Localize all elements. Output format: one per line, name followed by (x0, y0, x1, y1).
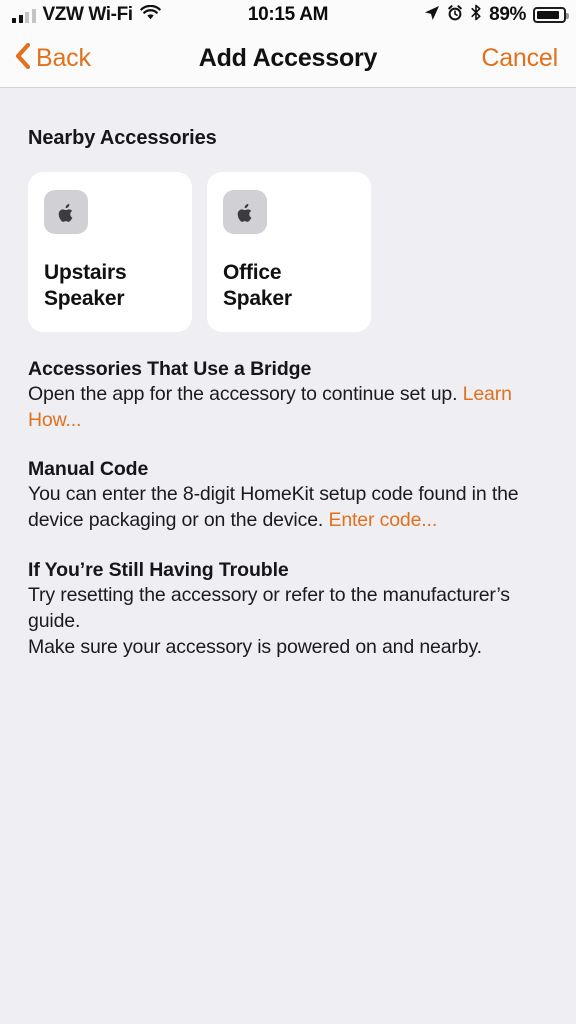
phone-screen: VZW Wi-Fi 10:15 AM 89% Back Add Accessor… (0, 0, 576, 1024)
help-sections: Accessories That Use a Bridge Open the a… (28, 358, 548, 661)
help-section-manual-code: Manual Code You can enter the 8-digit Ho… (28, 458, 548, 533)
help-section-body-line-1: Try resetting the accessory or refer to … (28, 583, 510, 632)
help-section-body: You can enter the 8-digit HomeKit setup … (28, 482, 548, 533)
accessory-card-list: Upstairs Speaker Office Spaker (28, 172, 548, 332)
accessory-name: Office Spaker (223, 261, 292, 310)
status-bar: VZW Wi-Fi 10:15 AM 89% (0, 0, 576, 30)
cancel-button[interactable]: Cancel (481, 44, 558, 73)
help-section-heading: Accessories That Use a Bridge (28, 358, 312, 380)
apple-logo-icon (44, 190, 88, 234)
bluetooth-icon (470, 4, 482, 26)
status-bar-right: 89% (424, 4, 569, 26)
battery-icon (533, 7, 569, 23)
accessory-name: Upstairs Speaker (44, 261, 127, 310)
navigation-bar: Back Add Accessory Cancel (0, 30, 576, 88)
help-section-bridge: Accessories That Use a Bridge Open the a… (28, 358, 548, 433)
help-section-heading: If You’re Still Having Trouble (28, 558, 289, 581)
help-section-heading: Manual Code (28, 458, 149, 481)
apple-logo-icon (223, 190, 267, 234)
battery-percent-label: 89% (489, 4, 526, 25)
help-section-body-text: Open the app for the accessory to contin… (28, 383, 458, 405)
nearby-accessories-header: Nearby Accessories (28, 127, 217, 149)
accessory-card-office-spaker[interactable]: Office Spaker (207, 172, 371, 332)
location-arrow-icon (424, 5, 440, 26)
accessory-card-upstairs-speaker[interactable]: Upstairs Speaker (28, 172, 192, 332)
alarm-clock-icon (447, 4, 463, 26)
help-section-body-line-2: Make sure your accessory is powered on a… (28, 636, 482, 659)
help-section-body: Open the app for the accessory to contin… (28, 382, 548, 433)
enter-code-link[interactable]: Enter code... (328, 509, 437, 531)
main-content: Nearby Accessories Upstairs Speaker Offi… (0, 89, 576, 1024)
help-section-troubleshooting: If You’re Still Having Trouble Try reset… (28, 559, 548, 661)
help-section-body-text: You can enter the 8-digit HomeKit setup … (28, 483, 519, 532)
